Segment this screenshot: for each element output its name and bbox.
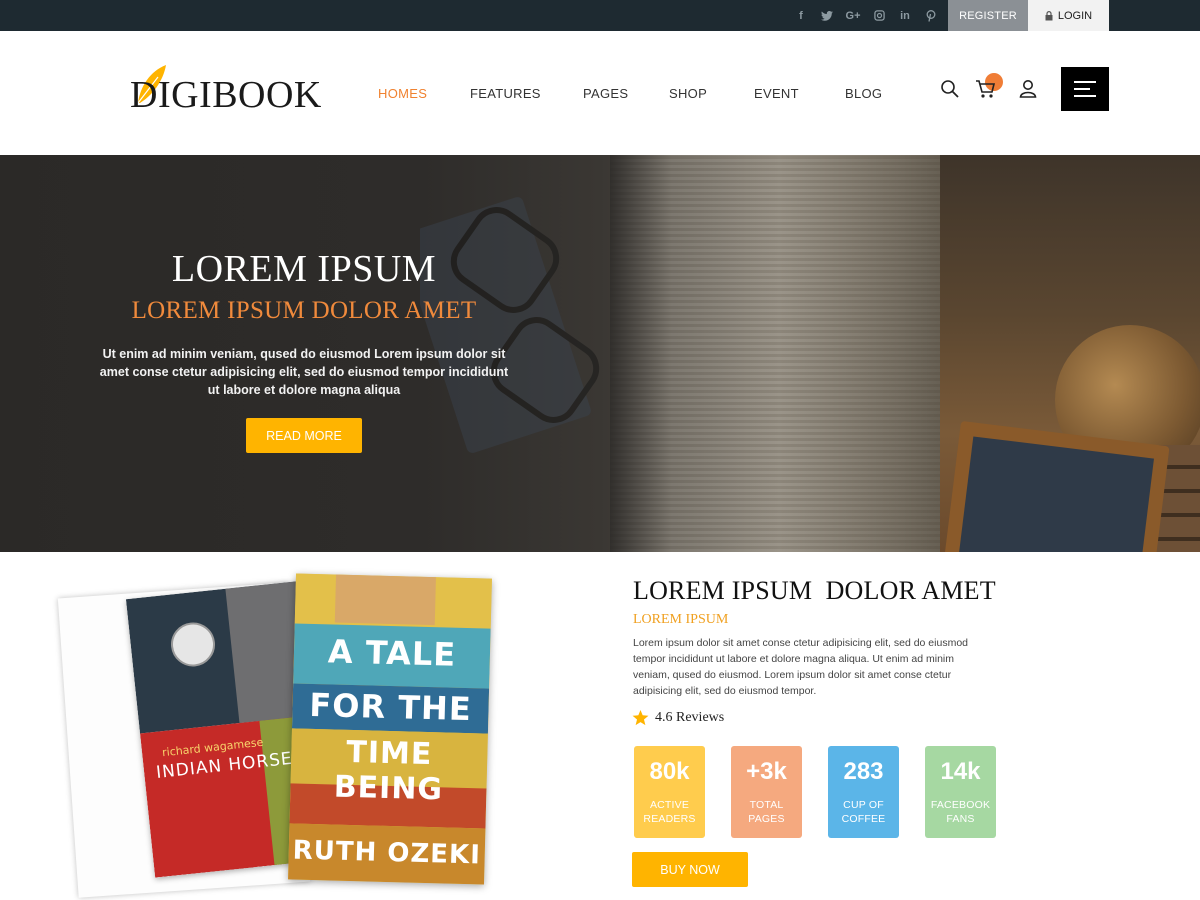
buy-now-button[interactable]: BUY NOW <box>632 852 748 887</box>
nav-item-homes[interactable]: HOMES <box>378 86 427 101</box>
nav-item-features[interactable]: FEATURES <box>470 86 541 101</box>
stat-label: ACTIVE READERS <box>643 799 696 825</box>
hero-description: Ut enim ad minim veniam, qused do eiusmo… <box>99 347 509 397</box>
twitter-icon[interactable] <box>820 9 834 23</box>
product-description: Lorem ipsum dolor sit amet conse ctetur … <box>633 637 968 697</box>
cover-title-line: TIME BEING <box>333 734 444 808</box>
login-label: LOGIN <box>1057 9 1093 22</box>
nav-item-pages[interactable]: PAGES <box>583 86 628 101</box>
product-subtitle: LOREM IPSUM <box>633 612 729 627</box>
cover-title-line: FOR THE <box>308 685 473 729</box>
stat-value: 80k <box>649 758 690 785</box>
stat-value: 14k <box>940 758 981 785</box>
cover-title-line: A TALE <box>327 632 457 674</box>
nav-item-blog[interactable]: BLOG <box>845 86 882 101</box>
search-icon[interactable] <box>940 79 960 99</box>
menu-bar <box>1074 95 1096 97</box>
social-links: f G+ in <box>794 0 938 31</box>
facebook-icon[interactable]: f <box>794 9 808 23</box>
pinterest-icon[interactable] <box>924 9 938 23</box>
nav-item-shop[interactable]: SHOP <box>669 86 707 101</box>
menu-bar <box>1074 88 1090 90</box>
instagram-icon[interactable] <box>872 9 886 23</box>
book-cover-tale-for-the-time-being: A TALE FOR THE TIME BEING RUTH OZEKI <box>288 573 492 885</box>
cover-author: RUTH OZEKI <box>292 835 482 871</box>
stat-label: TOTAL PAGES <box>748 799 785 825</box>
logo-text: DIGIBOOK <box>130 74 322 116</box>
logo[interactable]: DIGIBOOK <box>130 63 360 116</box>
hero-subtitle: LOREM IPSUM DOLOR AMET <box>131 297 477 324</box>
read-more-button[interactable]: READ MORE <box>246 418 362 453</box>
stat-label: FACEBOOK FANS <box>930 799 991 825</box>
linkedin-icon[interactable]: in <box>898 9 912 23</box>
stat-card: +3k TOTAL PAGES <box>731 746 802 838</box>
stat-card: 283 CUP OF COFFEE <box>828 746 899 838</box>
rating: 4.6 Reviews <box>632 710 724 726</box>
stat-card: 80k ACTIVE READERS <box>634 746 705 838</box>
rating-text: 4.6 Reviews <box>655 710 725 725</box>
hero-banner: LOREM IPSUM LOREM IPSUM DOLOR AMET Ut en… <box>0 155 1200 552</box>
lock-icon <box>1045 10 1053 20</box>
hamburger-menu-button[interactable] <box>1061 67 1109 111</box>
stat-value: +3k <box>746 758 787 785</box>
stat-label: CUP OF COFFEE <box>841 799 886 825</box>
nav-item-event[interactable]: EVENT <box>754 86 799 101</box>
site-header: DIGIBOOK HOMES FEATURES PAGES SHOP EVENT… <box>0 31 1200 155</box>
book-covers-image: richard wagamese INDIAN HORSE A TALE FOR… <box>57 570 500 898</box>
stats-row: 80k ACTIVE READERS +3k TOTAL PAGES 283 CUP… <box>634 746 1022 838</box>
register-button[interactable]: REGISTER <box>948 0 1028 31</box>
star-icon <box>632 710 649 726</box>
stat-value: 283 <box>843 758 884 785</box>
product-title: LOREM IPSUM DOLOR AMET <box>633 576 996 605</box>
top-bar: f G+ in REGISTER LOGIN <box>0 0 1200 31</box>
stat-card: 14k FACEBOOK FANS <box>925 746 996 838</box>
google-plus-icon[interactable]: G+ <box>846 9 861 23</box>
glasses-image <box>420 197 600 453</box>
menu-bar <box>1074 81 1096 83</box>
hero-title: LOREM IPSUM <box>171 248 437 290</box>
cart-icon[interactable] <box>975 79 997 99</box>
login-button[interactable]: LOGIN <box>1028 0 1109 31</box>
hero-book-shade <box>610 155 950 552</box>
user-icon[interactable] <box>1018 79 1038 99</box>
